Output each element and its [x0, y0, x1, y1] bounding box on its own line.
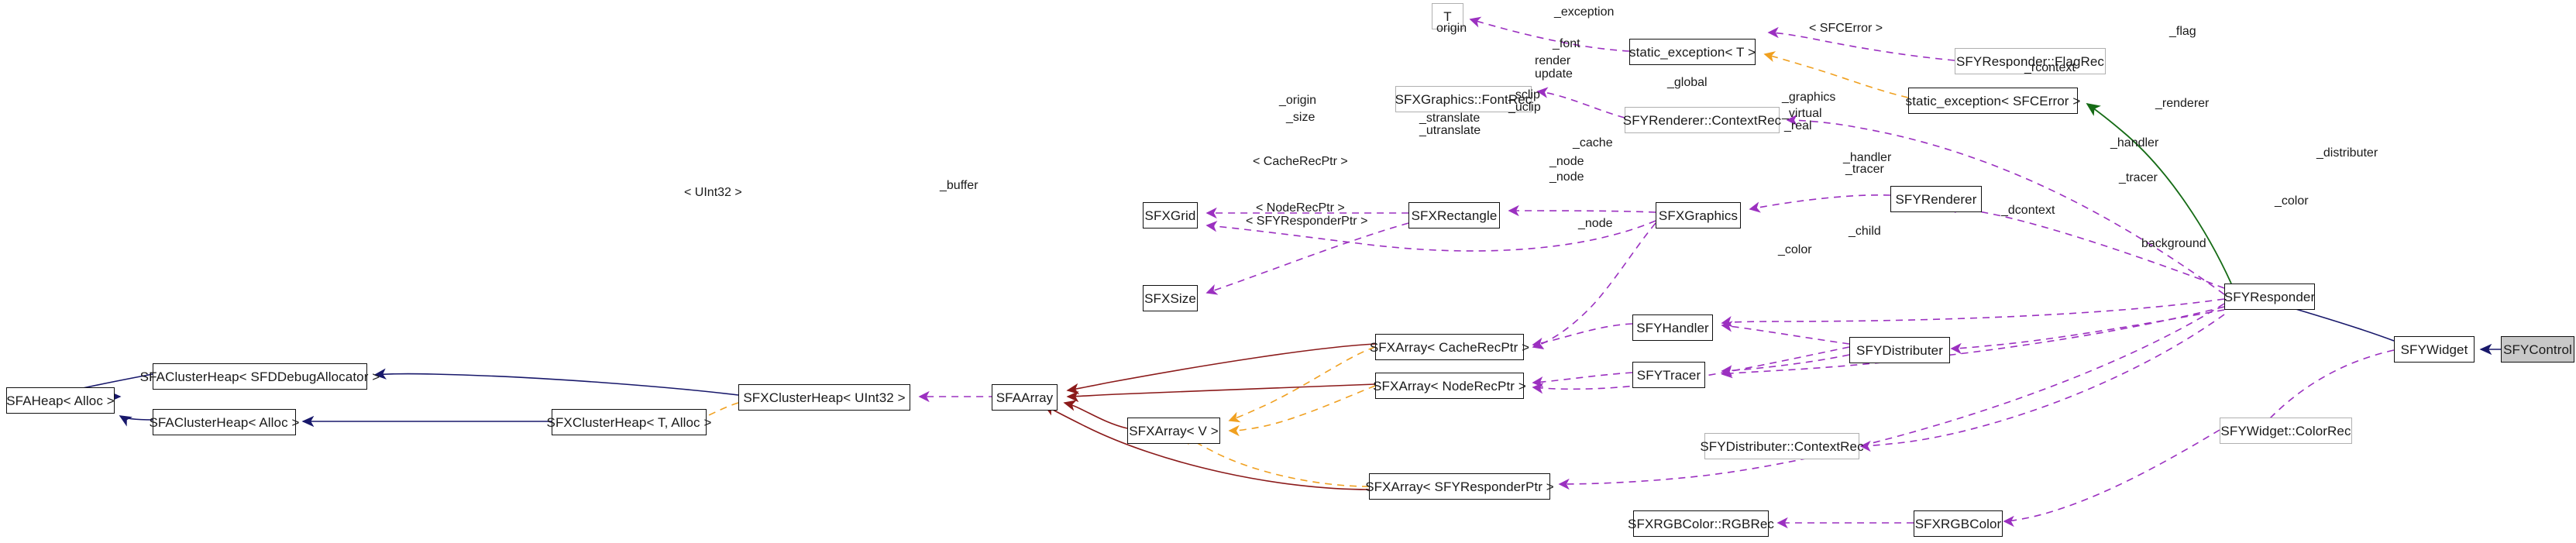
node-sfyrenderer[interactable]: SFYRenderer — [1890, 186, 1982, 212]
edge-label-tracer: _tracer — [1845, 163, 1884, 176]
node-label: SFAHeap< Alloc > — [6, 393, 115, 408]
node-sfaarray[interactable]: SFAArray — [992, 384, 1058, 411]
node-label: SFXArray< SFYResponderPtr > — [1365, 479, 1554, 494]
node-sfxrgbcolor-rgbrec[interactable]: SFXRGBColor::RGBRec — [1628, 510, 1774, 537]
node-label: SFXRGBColor — [1914, 516, 2002, 531]
edge-label-utranslate: _utranslate — [1419, 124, 1481, 137]
node-sfyresponder[interactable]: SFYResponder — [2224, 284, 2315, 310]
node-label: static_exception< SFCError > — [1905, 93, 2081, 108]
node-label: SFYHandler — [1636, 320, 1709, 335]
edge-label-origin-top: origin — [1436, 22, 1467, 35]
node-label: SFXClusterHeap< UInt32 > — [743, 390, 906, 405]
node-label: SFXArray< CacheRecPtr > — [1369, 339, 1530, 355]
edge-label-sclip: _sclip — [1508, 88, 1540, 101]
node-sfywidget-colorrec[interactable]: SFYWidget::ColorRec — [2220, 418, 2352, 444]
edge-label-update: update — [1535, 67, 1573, 81]
edge-label-uint32-template: < UInt32 > — [684, 186, 742, 199]
edge-label-origin: _origin — [1279, 94, 1317, 107]
edge-label-node-responderptr: _node — [1578, 217, 1613, 230]
node-label: SFXGrid — [1144, 208, 1196, 223]
edge-label-buffer: _buffer — [940, 179, 978, 192]
edge-label-render: render — [1535, 54, 1571, 67]
node-sfxarray-noderecptr[interactable]: SFXArray< NodeRecPtr > — [1373, 373, 1526, 399]
node-sfxgraphics[interactable]: SFXGraphics — [1656, 202, 1741, 229]
edge-label-node-noderec: _node — [1549, 170, 1584, 184]
edge-label-color-widget: _color — [2275, 194, 2309, 208]
node-sfxarray-cacherecptr[interactable]: SFXArray< CacheRecPtr > — [1370, 334, 1529, 360]
node-label: SFXArray< NodeRecPtr > — [1373, 378, 1526, 394]
edge-label-renderer: _renderer — [2155, 97, 2210, 110]
node-label: SFAClusterHeap< SFDDebugAllocator > — [139, 369, 380, 384]
edge-label-cacherecptr-template: < CacheRecPtr > — [1253, 155, 1348, 168]
node-sfaheap-alloc[interactable]: SFAHeap< Alloc > — [6, 387, 115, 414]
edge-label-distributer: _distributer — [2316, 146, 2378, 160]
node-sfydistributer-contextrec[interactable]: SFYDistributer::ContextRec — [1700, 433, 1864, 459]
node-label: SFYRenderer — [1895, 191, 1977, 207]
node-sfyhandler[interactable]: SFYHandler — [1632, 314, 1713, 341]
node-sfxrgbcolor[interactable]: SFXRGBColor — [1914, 510, 2003, 537]
collaboration-diagram: T static_exception< T > SFYResponder::Fl… — [0, 0, 2576, 543]
edge-label-sfyresponderptr-template: < SFYResponderPtr > — [1246, 215, 1368, 228]
node-sfxclusterheap-uint32[interactable]: SFXClusterHeap< UInt32 > — [738, 384, 910, 411]
node-label: SFYControl — [2503, 342, 2572, 357]
node-sfycontrol[interactable]: SFYControl — [2501, 336, 2574, 363]
node-sfxgrid[interactable]: SFXGrid — [1143, 202, 1198, 229]
edge-label-uclip: _uclip — [1508, 101, 1541, 114]
node-label: T — [1443, 9, 1452, 24]
node-static-exception-t[interactable]: static_exception< T > — [1629, 39, 1756, 65]
edge-label-color-rgb: _color — [1778, 243, 1812, 256]
node-label: SFYWidget::ColorRec — [2220, 423, 2351, 438]
edge-layer — [56, 16, 2502, 529]
edge-label-noderecptr-template: < NodeRecPtr > — [1256, 201, 1345, 215]
node-sfywidget[interactable]: SFYWidget — [2394, 336, 2475, 363]
edge-label-dcontext: _dcontext — [2001, 204, 2055, 217]
node-safclusterheap-alloc[interactable]: SFAClusterHeap< Alloc > — [149, 409, 299, 435]
edge-label-global: _global — [1667, 76, 1708, 89]
edge-label-virtual: _virtual — [1782, 107, 1822, 120]
node-label: SFXSize — [1144, 290, 1196, 306]
edge-label-handler-responder: _handler — [2110, 136, 2159, 149]
edge-label-child: _child — [1849, 225, 1881, 238]
edge-label-tracer-responder: _tracer — [2119, 171, 2158, 184]
node-label: SFXClusterHeap< T, Alloc > — [546, 414, 712, 430]
node-label: SFYWidget — [2400, 342, 2468, 357]
node-label: SFYDistributer::ContextRec — [1700, 438, 1864, 454]
node-sfxarray-sfyresponderptr[interactable]: SFXArray< SFYResponderPtr > — [1365, 473, 1554, 500]
node-label: SFAClusterHeap< Alloc > — [149, 414, 300, 430]
edge-label-font: _font — [1553, 37, 1580, 50]
node-label: SFXRGBColor::RGBRec — [1628, 516, 1774, 531]
node-label: SFYTracer — [1636, 367, 1701, 383]
node-sfyrenderer-contextrec[interactable]: SFYRenderer::ContextRec — [1622, 107, 1782, 133]
edge-label-node-cache: _node — [1549, 155, 1584, 168]
node-label: SFYRenderer::ContextRec — [1622, 112, 1782, 128]
node-label: SFXArray< V > — [1129, 423, 1219, 438]
node-sfxrectangle[interactable]: SFXRectangle — [1408, 202, 1500, 229]
edge-label-exception: _exception — [1554, 5, 1615, 19]
node-sfxsize[interactable]: SFXSize — [1143, 285, 1198, 311]
edge-label-size: _size — [1286, 111, 1316, 124]
edge-label-rcontext: _rcontext — [2024, 61, 2076, 74]
edge-label-stranslate: _stranslate — [1419, 112, 1481, 125]
edge-label-graphics: _graphics — [1782, 91, 1836, 104]
node-label: SFXRectangle — [1411, 208, 1498, 223]
node-sfxarray-v[interactable]: SFXArray< V > — [1127, 418, 1220, 444]
node-label: SFYResponder — [2223, 289, 2316, 304]
edge-label-sfcerror-template: < SFCError > — [1809, 22, 1883, 35]
node-sfydistributer[interactable]: SFYDistributer — [1849, 337, 1950, 363]
node-label: SFYDistributer — [1856, 342, 1943, 358]
node-label: SFAArray — [996, 390, 1054, 405]
edge-label-flag: _flag — [2169, 25, 2196, 38]
node-static-exception-sfcerror[interactable]: static_exception< SFCError > — [1905, 88, 2081, 114]
node-label: static_exception< T > — [1628, 44, 1756, 60]
edge-label-cache: _cache — [1573, 136, 1613, 149]
node-label: SFXGraphics — [1658, 208, 1739, 223]
node-sfytracer[interactable]: SFYTracer — [1632, 362, 1705, 388]
node-safclusterheap-sfddebugallocator[interactable]: SFAClusterHeap< SFDDebugAllocator > — [140, 363, 380, 390]
edge-label-real: _real — [1784, 119, 1812, 132]
node-sfxclusterheap-t-alloc[interactable]: SFXClusterHeap< T, Alloc > — [547, 409, 711, 435]
edge-label-background: background — [2141, 237, 2206, 250]
